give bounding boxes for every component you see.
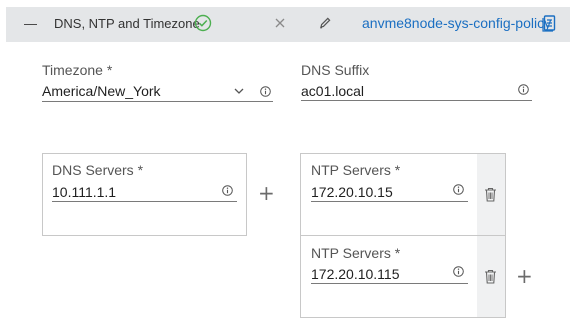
close-icon[interactable] — [274, 17, 286, 29]
add-ntp-server-button[interactable]: + — [516, 266, 533, 286]
ntp-server-input[interactable]: 172.20.10.115 — [311, 266, 400, 282]
add-dns-server-button[interactable]: + — [258, 183, 275, 203]
trash-icon[interactable] — [484, 187, 497, 202]
dns-suffix-input[interactable]: ac01.local — [301, 83, 364, 99]
policy-link[interactable]: anvme8node-sys-config-policy — [362, 15, 551, 31]
dns-suffix-underline — [301, 100, 532, 101]
chevron-down-icon[interactable] — [234, 87, 244, 95]
ntp-server-underline — [311, 201, 468, 202]
info-icon[interactable] — [260, 86, 271, 97]
dns-suffix-label: DNS Suffix — [301, 62, 370, 78]
timezone-select[interactable]: America/New_York — [42, 83, 161, 99]
edit-icon[interactable] — [318, 16, 332, 30]
dns-servers-label: DNS Servers * — [52, 162, 144, 178]
dns-server-input[interactable]: 10.111.1.1 — [52, 184, 116, 200]
ntp-server-input[interactable]: 172.20.10.15 — [311, 184, 393, 200]
ntp-server-underline — [311, 283, 468, 284]
info-icon[interactable] — [518, 84, 529, 95]
trash-icon[interactable] — [484, 269, 497, 284]
info-icon[interactable] — [453, 266, 464, 277]
collapse-icon[interactable] — [24, 24, 37, 25]
info-icon[interactable] — [453, 184, 464, 195]
check-circle-icon — [194, 14, 212, 32]
ntp-servers-label: NTP Servers * — [311, 162, 401, 178]
dns-server-underline — [52, 201, 237, 202]
section-title: DNS, NTP and Timezone — [54, 16, 200, 31]
timezone-label: Timezone * — [42, 62, 113, 78]
ntp-servers-label: NTP Servers * — [311, 245, 401, 261]
info-icon[interactable] — [222, 185, 233, 196]
timezone-underline — [42, 101, 273, 102]
document-icon[interactable] — [542, 14, 556, 32]
